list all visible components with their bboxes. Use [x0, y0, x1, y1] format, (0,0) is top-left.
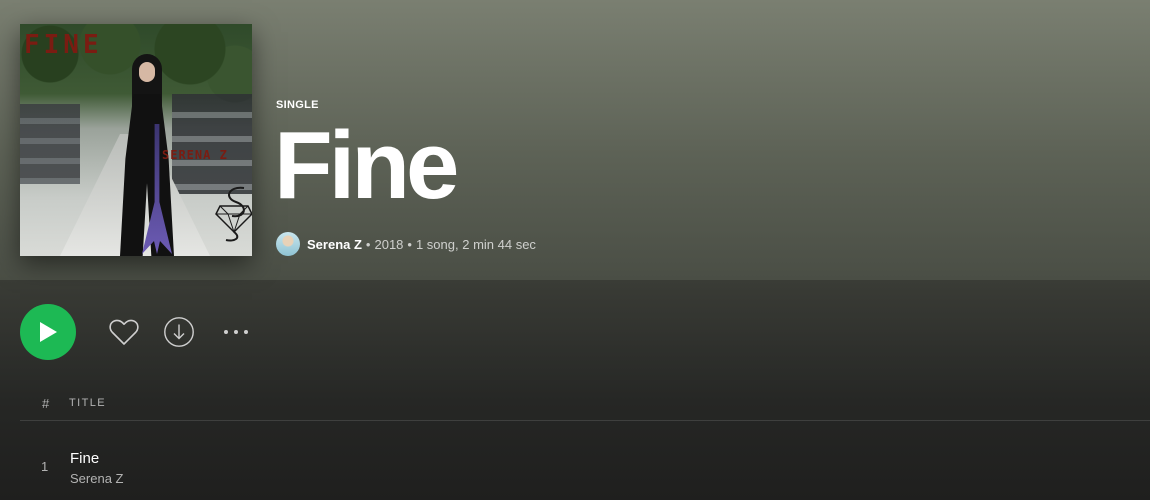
- tracklist-header: # TITLE: [20, 393, 1150, 421]
- play-button[interactable]: [20, 304, 76, 360]
- artist-avatar[interactable]: [276, 232, 300, 256]
- diamond-s-logo-icon: [215, 186, 252, 242]
- play-icon: [40, 322, 57, 342]
- cover-cars-left: [20, 104, 80, 184]
- cover-figure-face: [139, 62, 155, 82]
- album-type-label: SINGLE: [276, 99, 319, 111]
- album-cover: FINE SERENA Z: [20, 24, 252, 256]
- meta-separator: •: [407, 236, 412, 252]
- track-title: Fine: [70, 450, 100, 467]
- album-meta: Serena Z • 2018 • 1 song, 2 min 44 sec: [276, 232, 536, 256]
- more-options-button[interactable]: [220, 316, 252, 348]
- release-year: 2018: [374, 236, 404, 252]
- track-number: 1: [41, 459, 49, 474]
- column-header-number: #: [42, 396, 50, 411]
- download-button[interactable]: [163, 316, 195, 348]
- column-header-title[interactable]: TITLE: [69, 397, 106, 409]
- artist-link[interactable]: Serena Z: [307, 237, 362, 252]
- like-button[interactable]: [108, 316, 140, 348]
- heart-icon: [109, 319, 139, 345]
- album-summary: 1 song, 2 min 44 sec: [415, 236, 536, 252]
- cover-cars-right: [172, 94, 252, 194]
- cover-title-text: FINE: [24, 30, 103, 60]
- meta-separator: •: [365, 236, 371, 252]
- track-row[interactable]: 1 Fine Serena Z: [20, 438, 1150, 494]
- download-circle-icon: [164, 317, 194, 347]
- track-artist-link[interactable]: Serena Z: [70, 471, 123, 486]
- more-horizontal-icon: [224, 330, 248, 334]
- cover-artist-text: SERENA Z: [162, 148, 228, 162]
- album-title: Fine: [274, 112, 459, 219]
